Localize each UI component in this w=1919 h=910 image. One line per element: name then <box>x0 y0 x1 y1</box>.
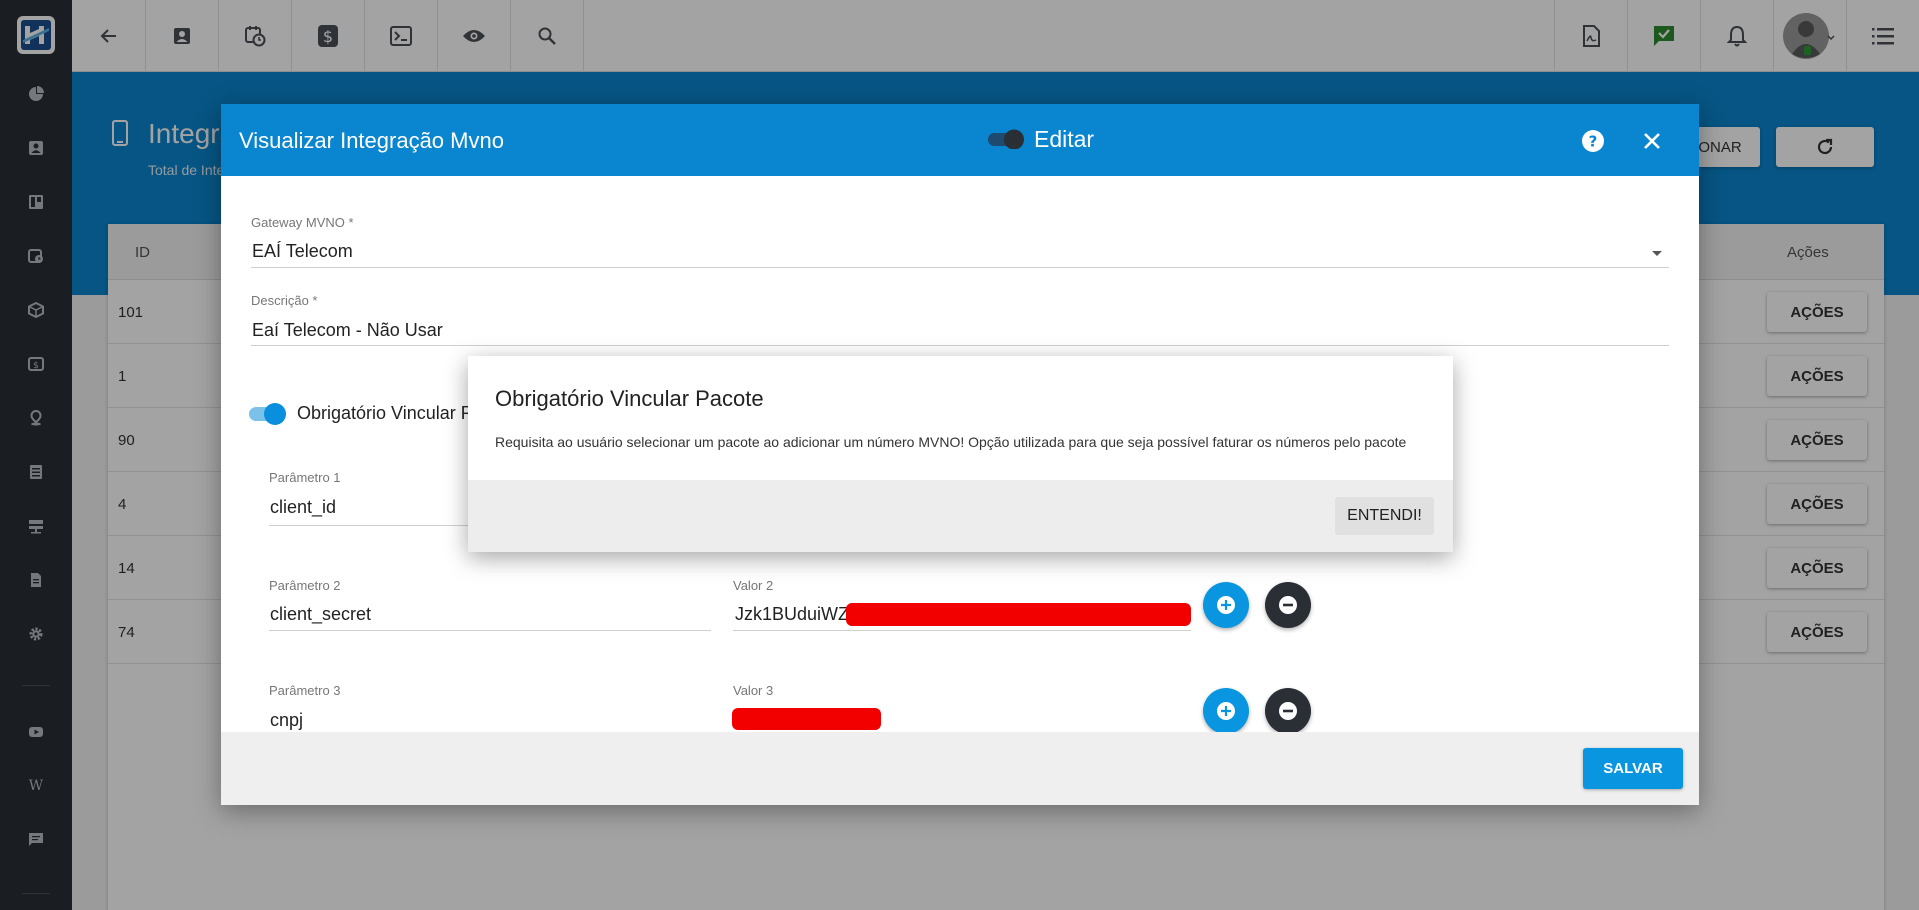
param-label: Parâmetro 3 <box>269 683 341 698</box>
plus-icon <box>1217 702 1235 720</box>
param-input[interactable]: cnpj <box>270 710 303 731</box>
edit-toggle[interactable] <box>986 129 1026 149</box>
value-label: Valor 2 <box>733 578 774 593</box>
add-param-button[interactable] <box>1203 688 1249 734</box>
gateway-label: Gateway MVNO * <box>251 215 354 230</box>
value-input[interactable]: Jzk1BUduiWZ <box>735 604 849 625</box>
dialog-text: Requisita ao usuário selecionar um pacot… <box>495 434 1407 450</box>
info-dialog: Obrigatório Vincular Pacote Requisita ao… <box>468 356 1453 552</box>
description-label: Descrição * <box>251 293 318 308</box>
redaction-mark <box>732 708 881 730</box>
close-icon[interactable] <box>1639 128 1665 154</box>
modal-footer: SALVAR <box>221 732 1699 805</box>
edit-label: Editar <box>1034 126 1095 152</box>
svg-text:?: ? <box>1589 133 1598 151</box>
understood-button[interactable]: ENTENDI! <box>1335 497 1434 535</box>
param-input[interactable]: client_id <box>270 497 336 518</box>
redaction-mark <box>846 603 1191 626</box>
plus-icon <box>1217 596 1235 614</box>
param-label: Parâmetro 1 <box>269 470 341 485</box>
save-button[interactable]: SALVAR <box>1583 748 1683 789</box>
remove-param-button[interactable] <box>1265 582 1311 628</box>
modal-title: Visualizar Integração Mvno <box>239 128 504 153</box>
dialog-title: Obrigatório Vincular Pacote <box>495 386 764 411</box>
minus-icon <box>1279 596 1297 614</box>
dialog-footer: ENTENDI! <box>468 480 1453 552</box>
description-input[interactable]: Eaí Telecom - Não Usar <box>252 320 443 341</box>
value-label: Valor 3 <box>733 683 774 698</box>
add-param-button[interactable] <box>1203 582 1249 628</box>
dropdown-arrow-icon[interactable] <box>1651 250 1663 258</box>
param-label: Parâmetro 2 <box>269 578 341 593</box>
modal-header: Visualizar Integração Mvno Editar ? <box>221 104 1699 176</box>
remove-param-button[interactable] <box>1265 688 1311 734</box>
help-icon[interactable]: ? <box>1580 128 1606 154</box>
package-required-toggle[interactable] <box>247 401 289 427</box>
minus-icon <box>1279 702 1297 720</box>
param-input[interactable]: client_secret <box>270 604 371 625</box>
gateway-select[interactable]: EAÍ Telecom <box>252 241 353 262</box>
